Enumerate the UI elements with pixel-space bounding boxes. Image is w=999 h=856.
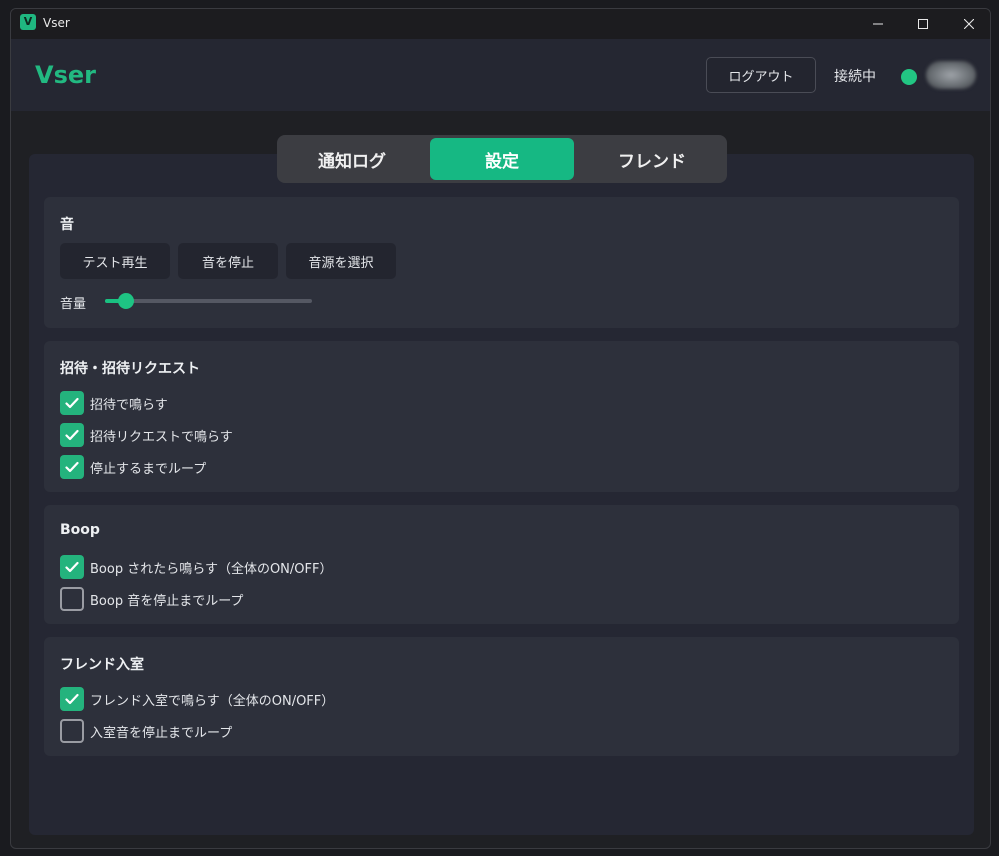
- volume-label: 音量: [60, 297, 87, 312]
- stop-sound-button[interactable]: 音を停止: [178, 243, 278, 279]
- checkbox[interactable]: [60, 555, 84, 579]
- checkbox-label: Boop 音を停止までループ: [90, 593, 244, 609]
- checkbox[interactable]: [60, 391, 84, 415]
- invite-loop-option[interactable]: 停止するまでループ: [60, 455, 206, 479]
- boop-section: Boop Boop されたら鳴らす（全体のON/OFF） Boop 音を停止まで…: [44, 505, 959, 624]
- section-title: Boop: [60, 522, 100, 538]
- app-window: V Vser Vser ログアウト 接続中 通知ログ 設定 フレンド 音 テスト…: [10, 8, 991, 849]
- checkbox[interactable]: [60, 719, 84, 743]
- section-title: フレンド入室: [60, 657, 144, 673]
- window-title: Vser: [43, 16, 70, 30]
- sound-section: 音 テスト再生 音を停止 音源を選択 音量: [44, 197, 959, 328]
- maximize-icon: [918, 19, 928, 29]
- minimize-button[interactable]: [855, 9, 901, 39]
- tab-bar: 通知ログ 設定 フレンド: [277, 135, 727, 183]
- connection-status-indicator: [901, 69, 917, 85]
- boop-loop-option[interactable]: Boop 音を停止までループ: [60, 587, 243, 611]
- checkbox-label: 招待で鳴らす: [90, 397, 168, 413]
- invite-ring-option[interactable]: 招待で鳴らす: [60, 391, 168, 415]
- checkbox-label: 招待リクエストで鳴らす: [90, 429, 233, 445]
- logout-button[interactable]: ログアウト: [706, 57, 816, 93]
- tab-notification-log[interactable]: 通知ログ: [280, 138, 424, 180]
- friend-join-ring-option[interactable]: フレンド入室で鳴らす（全体のON/OFF）: [60, 687, 334, 711]
- volume-slider-thumb[interactable]: [117, 293, 134, 309]
- minimize-icon: [873, 23, 883, 25]
- avatar[interactable]: [926, 61, 976, 89]
- checkbox[interactable]: [60, 455, 84, 479]
- tab-settings[interactable]: 設定: [430, 138, 574, 180]
- checkbox-label: 入室音を停止までループ: [90, 725, 233, 741]
- checkmark-icon: [65, 461, 79, 473]
- checkmark-icon: [65, 397, 79, 409]
- friend-join-section: フレンド入室 フレンド入室で鳴らす（全体のON/OFF） 入室音を停止までループ: [44, 637, 959, 756]
- checkmark-icon: [65, 561, 79, 573]
- brand-logo: Vser: [35, 61, 96, 89]
- tab-friends[interactable]: フレンド: [580, 138, 724, 180]
- invite-section: 招待・招待リクエスト 招待で鳴らす 招待リクエストで鳴らす 停止するまでループ: [44, 341, 959, 492]
- app-icon: V: [20, 14, 36, 30]
- close-icon: [964, 19, 974, 29]
- select-sound-button[interactable]: 音源を選択: [286, 243, 396, 279]
- section-title: 招待・招待リクエスト: [60, 361, 200, 377]
- test-play-button[interactable]: テスト再生: [60, 243, 170, 279]
- app-header: Vser ログアウト 接続中: [11, 39, 990, 111]
- section-title: 音: [60, 217, 74, 233]
- connection-status-text: 接続中: [834, 69, 876, 85]
- maximize-button[interactable]: [900, 9, 946, 39]
- boop-ring-option[interactable]: Boop されたら鳴らす（全体のON/OFF）: [60, 555, 332, 579]
- friend-join-loop-option[interactable]: 入室音を停止までループ: [60, 719, 232, 743]
- checkbox[interactable]: [60, 423, 84, 447]
- checkbox-label: フレンド入室で鳴らす（全体のON/OFF）: [90, 693, 335, 709]
- checkmark-icon: [65, 693, 79, 705]
- checkbox-label: Boop されたら鳴らす（全体のON/OFF）: [90, 561, 333, 577]
- close-button[interactable]: [946, 9, 990, 39]
- volume-slider[interactable]: [105, 299, 312, 303]
- checkmark-icon: [65, 429, 79, 441]
- checkbox-label: 停止するまでループ: [90, 461, 207, 477]
- checkbox[interactable]: [60, 687, 84, 711]
- title-bar: V Vser: [11, 9, 990, 39]
- invite-request-ring-option[interactable]: 招待リクエストで鳴らす: [60, 423, 233, 447]
- checkbox[interactable]: [60, 587, 84, 611]
